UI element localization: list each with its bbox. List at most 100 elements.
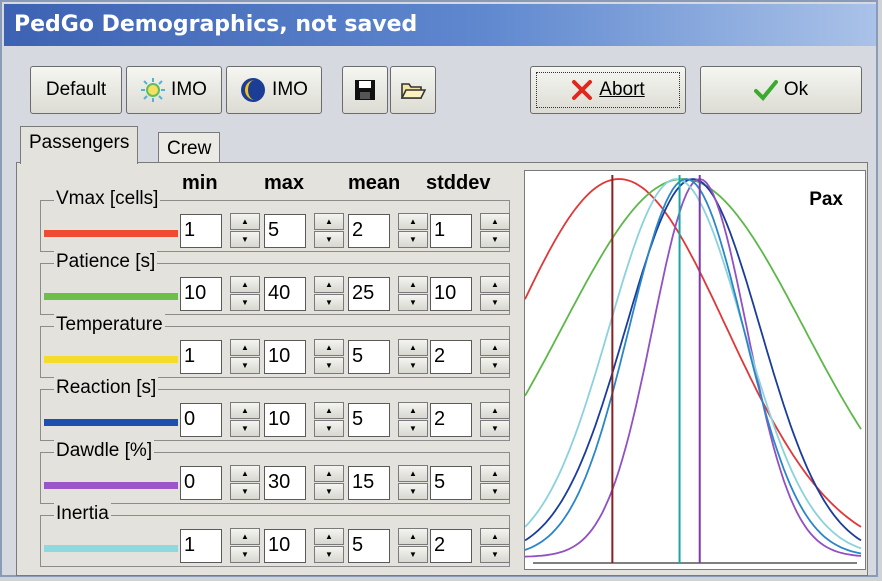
imo-night-button[interactable]: IMO xyxy=(226,66,322,114)
param-mean-field[interactable]: 5 xyxy=(348,403,390,437)
spin-down-arrow-icon[interactable]: ▼ xyxy=(398,483,428,500)
spin-down-arrow-icon[interactable]: ▼ xyxy=(230,483,260,500)
param-mean-field[interactable]: 25 xyxy=(348,277,390,311)
param-max-field[interactable]: 10 xyxy=(264,340,306,374)
spin-down-arrow-icon[interactable]: ▼ xyxy=(480,357,510,374)
spin-down-arrow-icon[interactable]: ▼ xyxy=(314,546,344,563)
spin-up-arrow-icon[interactable]: ▲ xyxy=(398,213,428,230)
spin-up-arrow-icon[interactable]: ▲ xyxy=(398,465,428,482)
spin-up-arrow-icon[interactable]: ▲ xyxy=(230,465,260,482)
param-max-spinner[interactable]: ▲ ▼ xyxy=(314,528,344,564)
spin-up-arrow-icon[interactable]: ▲ xyxy=(230,402,260,419)
param-min-spinner[interactable]: ▲ ▼ xyxy=(230,213,260,249)
spin-up-arrow-icon[interactable]: ▲ xyxy=(480,213,510,230)
param-stddev-spinner[interactable]: ▲ ▼ xyxy=(480,276,510,312)
param-min-spinner[interactable]: ▲ ▼ xyxy=(230,339,260,375)
spin-up-arrow-icon[interactable]: ▲ xyxy=(314,213,344,230)
abort-button[interactable]: Abort xyxy=(530,66,686,114)
param-mean-spinner[interactable]: ▲ ▼ xyxy=(398,528,428,564)
spin-down-arrow-icon[interactable]: ▼ xyxy=(398,357,428,374)
spin-down-arrow-icon[interactable]: ▼ xyxy=(230,231,260,248)
spin-down-arrow-icon[interactable]: ▼ xyxy=(480,231,510,248)
param-max-spinner[interactable]: ▲ ▼ xyxy=(314,339,344,375)
param-mean-spinner[interactable]: ▲ ▼ xyxy=(398,339,428,375)
param-max-spinner[interactable]: ▲ ▼ xyxy=(314,213,344,249)
param-max-field[interactable]: 40 xyxy=(264,277,306,311)
spin-up-arrow-icon[interactable]: ▲ xyxy=(480,402,510,419)
spin-up-arrow-icon[interactable]: ▲ xyxy=(398,528,428,545)
spin-up-arrow-icon[interactable]: ▲ xyxy=(480,528,510,545)
spin-down-arrow-icon[interactable]: ▼ xyxy=(314,231,344,248)
spin-down-arrow-icon[interactable]: ▼ xyxy=(314,357,344,374)
param-mean-spinner[interactable]: ▲ ▼ xyxy=(398,402,428,438)
spin-up-arrow-icon[interactable]: ▲ xyxy=(314,276,344,293)
param-min-spinner[interactable]: ▲ ▼ xyxy=(230,528,260,564)
spin-up-arrow-icon[interactable]: ▲ xyxy=(314,339,344,356)
param-mean-field[interactable]: 5 xyxy=(348,529,390,563)
imo-day-button[interactable]: IMO xyxy=(126,66,222,114)
spin-up-arrow-icon[interactable]: ▲ xyxy=(398,402,428,419)
param-stddev-spinner[interactable]: ▲ ▼ xyxy=(480,339,510,375)
spin-down-arrow-icon[interactable]: ▼ xyxy=(480,420,510,437)
param-min-field[interactable]: 1 xyxy=(180,214,222,248)
param-stddev-field[interactable]: 2 xyxy=(430,403,472,437)
param-stddev-field[interactable]: 2 xyxy=(430,529,472,563)
spin-down-arrow-icon[interactable]: ▼ xyxy=(230,294,260,311)
spin-up-arrow-icon[interactable]: ▲ xyxy=(314,402,344,419)
spin-down-arrow-icon[interactable]: ▼ xyxy=(480,294,510,311)
param-mean-spinner[interactable]: ▲ ▼ xyxy=(398,465,428,501)
spin-up-arrow-icon[interactable]: ▲ xyxy=(398,339,428,356)
param-max-spinner[interactable]: ▲ ▼ xyxy=(314,465,344,501)
spin-down-arrow-icon[interactable]: ▼ xyxy=(314,483,344,500)
param-stddev-field[interactable]: 1 xyxy=(430,214,472,248)
param-min-spinner[interactable]: ▲ ▼ xyxy=(230,402,260,438)
spin-down-arrow-icon[interactable]: ▼ xyxy=(398,231,428,248)
param-mean-spinner[interactable]: ▲ ▼ xyxy=(398,276,428,312)
spin-up-arrow-icon[interactable]: ▲ xyxy=(314,528,344,545)
param-max-field[interactable]: 30 xyxy=(264,466,306,500)
param-mean-spinner[interactable]: ▲ ▼ xyxy=(398,213,428,249)
spin-down-arrow-icon[interactable]: ▼ xyxy=(398,294,428,311)
spin-up-arrow-icon[interactable]: ▲ xyxy=(230,528,260,545)
tab-passengers[interactable]: Passengers xyxy=(20,126,139,164)
param-mean-field[interactable]: 15 xyxy=(348,466,390,500)
param-min-field[interactable]: 10 xyxy=(180,277,222,311)
open-button[interactable] xyxy=(390,66,436,114)
param-max-field[interactable]: 5 xyxy=(264,214,306,248)
spin-down-arrow-icon[interactable]: ▼ xyxy=(230,546,260,563)
param-mean-field[interactable]: 2 xyxy=(348,214,390,248)
param-max-field[interactable]: 10 xyxy=(264,403,306,437)
spin-down-arrow-icon[interactable]: ▼ xyxy=(230,420,260,437)
param-min-field[interactable]: 1 xyxy=(180,340,222,374)
spin-down-arrow-icon[interactable]: ▼ xyxy=(398,546,428,563)
spin-up-arrow-icon[interactable]: ▲ xyxy=(480,276,510,293)
param-min-field[interactable]: 0 xyxy=(180,403,222,437)
spin-down-arrow-icon[interactable]: ▼ xyxy=(314,294,344,311)
param-min-field[interactable]: 1 xyxy=(180,529,222,563)
param-min-spinner[interactable]: ▲ ▼ xyxy=(230,276,260,312)
param-min-spinner[interactable]: ▲ ▼ xyxy=(230,465,260,501)
param-stddev-spinner[interactable]: ▲ ▼ xyxy=(480,213,510,249)
spin-down-arrow-icon[interactable]: ▼ xyxy=(480,483,510,500)
spin-down-arrow-icon[interactable]: ▼ xyxy=(480,546,510,563)
param-stddev-spinner[interactable]: ▲ ▼ xyxy=(480,528,510,564)
param-max-spinner[interactable]: ▲ ▼ xyxy=(314,402,344,438)
tab-crew[interactable]: Crew xyxy=(158,132,221,164)
spin-up-arrow-icon[interactable]: ▲ xyxy=(314,465,344,482)
spin-up-arrow-icon[interactable]: ▲ xyxy=(230,213,260,230)
spin-up-arrow-icon[interactable]: ▲ xyxy=(230,339,260,356)
spin-up-arrow-icon[interactable]: ▲ xyxy=(398,276,428,293)
spin-down-arrow-icon[interactable]: ▼ xyxy=(314,420,344,437)
save-button[interactable] xyxy=(342,66,388,114)
param-stddev-field[interactable]: 10 xyxy=(430,277,472,311)
param-mean-field[interactable]: 5 xyxy=(348,340,390,374)
param-stddev-spinner[interactable]: ▲ ▼ xyxy=(480,465,510,501)
param-stddev-spinner[interactable]: ▲ ▼ xyxy=(480,402,510,438)
spin-up-arrow-icon[interactable]: ▲ xyxy=(480,339,510,356)
param-stddev-field[interactable]: 2 xyxy=(430,340,472,374)
param-max-spinner[interactable]: ▲ ▼ xyxy=(314,276,344,312)
spin-up-arrow-icon[interactable]: ▲ xyxy=(230,276,260,293)
param-stddev-field[interactable]: 5 xyxy=(430,466,472,500)
param-max-field[interactable]: 10 xyxy=(264,529,306,563)
spin-up-arrow-icon[interactable]: ▲ xyxy=(480,465,510,482)
